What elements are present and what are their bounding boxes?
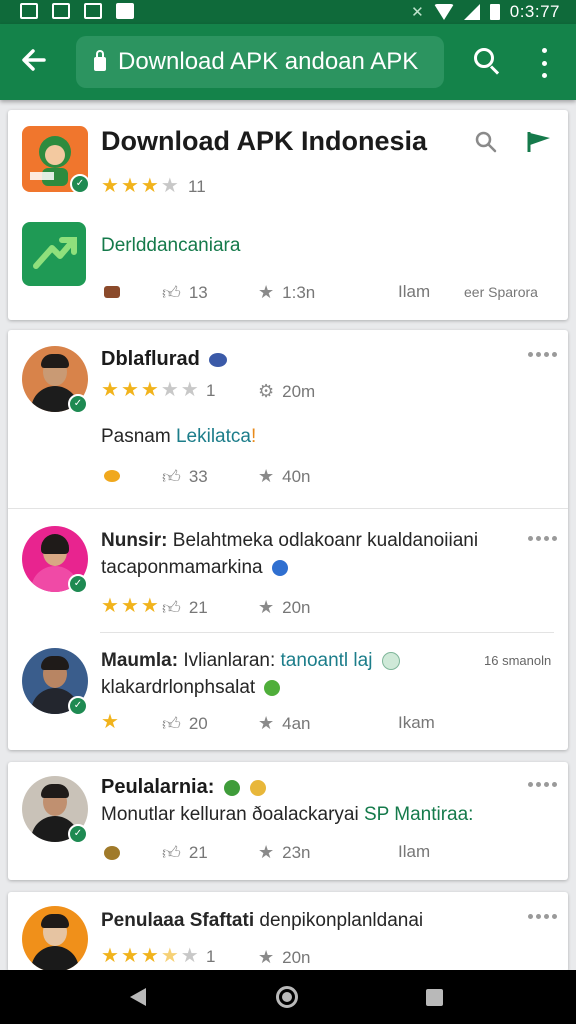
review-stars-count[interactable]: ★ 40n [258,466,311,487]
url-bar[interactable]: Download APK andoan APK [76,36,444,88]
notification-image-icon [84,3,102,19]
review-rating-count: 1 [206,947,216,966]
app-likes[interactable]: 👍︎ 13 [162,282,208,304]
review-side-meta: 16 smanoln [484,653,552,668]
more-options-icon[interactable] [528,536,557,541]
navigation-bar [0,970,576,1024]
reviewer-name: Peulalarnia: [101,776,266,799]
review-likes[interactable]: 👍︎ 21 [162,597,208,619]
star-icon: ★ [258,597,275,617]
review-line: Maumla: Ivlianlaran: tanoantl laj [101,650,400,672]
verified-badge-icon: ✓ [68,824,88,844]
developer-name[interactable]: Derlddancaniara [101,235,240,257]
thumb-up-icon: 👍︎ [162,714,181,734]
url-text: Download APK andoan APK [118,48,419,75]
review-rating-count: 1 [206,381,216,400]
coin-icon [104,286,120,298]
review-rating-stars: ★ ★ ★ [101,595,159,617]
emoji-icon [381,651,400,670]
star-icon: ★ [258,713,275,733]
app-stars-count[interactable]: ★ 1:3n [258,282,315,303]
review-rating-stars: ★ ★ ★ ★ ★ [101,945,199,967]
app-item-label: Ilam [398,282,431,301]
review-likes[interactable]: 👍︎ 20 [162,713,208,735]
review-card: Penulaaa Sfaftati denpikonplanldanai ★ ★ ★… [8,892,568,972]
star-icon: ★ [258,466,275,486]
search-icon[interactable] [472,46,504,78]
review-card: ✓ Peulalarnia: Monutlar kelluran ðoalack… [8,762,568,880]
wifi-icon [433,4,454,20]
thumb-up-icon: 👍︎ [162,843,181,863]
divider [100,632,554,633]
review-stat: ⚙︎ 20m [258,381,316,401]
developer-icon[interactable] [22,222,86,286]
nav-home-icon[interactable] [276,986,298,1008]
status-bar: ✕ 0:3:77 [0,0,576,24]
bluetooth-icon: ✕ [411,4,424,21]
signal-icon [463,4,480,20]
overflow-menu-icon[interactable] [534,48,554,78]
app-rating-count: 11 [188,177,206,196]
review-likes[interactable]: 👍︎ 21 [162,842,208,864]
notification-check-icon [52,3,70,19]
review-stars-count[interactable]: ★ 20n [258,947,311,968]
review-stars-count[interactable]: ★ 23n [258,842,311,863]
nav-back-icon[interactable] [130,988,146,1006]
avatar[interactable] [22,906,88,972]
emoji-icon [223,779,240,796]
emoji-icon [104,846,120,860]
reviewer-name: Dblaflurad [101,348,228,371]
verified-badge-icon: ✓ [70,174,90,194]
star-icon: ★ [258,282,275,302]
review-line: Nunsir: Belahtmeka odlakoanr kualdanoiia… [101,530,479,551]
emoji-icon [249,779,266,796]
review-line: klakardrlonphsalat [101,677,281,699]
notification-shield-icon [116,3,134,19]
verified-badge-icon: ✓ [68,696,88,716]
thumb-up-icon: 👍︎ [162,598,181,618]
review-rating-stars: ★ ★ ★ ★ ★ [101,379,199,401]
review-line: tacaponmamarkina [101,557,288,579]
app-icon[interactable]: ✓ [22,126,90,194]
more-options-icon[interactable] [528,352,557,357]
app-rating-stars: ★ ★ ★ ★ [101,175,179,197]
review-rating-stars: ★ [101,711,119,733]
more-options-icon[interactable] [528,782,557,787]
review-line: Monutlar kelluran ðoalackaryai SP Mantir… [101,804,474,825]
nav-recents-icon[interactable] [426,989,443,1006]
reviews-card: ✓ Dblaflurad ★ ★ ★ ★ ★ 1 ⚙︎ 20m Pasnam Lekila… [8,330,568,750]
review-item-label: Ilam [398,842,431,861]
app-card: ✓ Download APK Indonesia ★ ★ ★ ★ 11 Derldda… [8,110,568,320]
review-line: Penulaaa Sfaftati denpikonplanldanai [101,910,424,931]
review-stars-count[interactable]: ★ 20n [258,597,311,618]
thumb-up-icon: 👍︎ [162,467,181,487]
divider [8,508,568,509]
battery-icon [489,4,500,20]
notification-mail-icon [20,3,38,19]
emoji-icon [104,470,120,482]
status-time: 0:3:77 [509,2,560,21]
flag-icon[interactable] [526,130,552,154]
emoji-icon [264,679,281,696]
verified-badge-icon: ✓ [68,394,88,414]
emoji-icon [209,352,228,367]
review-item-label: Ikam [398,713,435,732]
review-likes[interactable]: 👍︎ 33 [162,466,208,488]
review-stars-count[interactable]: ★ 4an [258,713,311,734]
review-body: Pasnam Lekilatca! [101,426,257,447]
back-arrow-icon[interactable] [18,44,52,78]
star-icon: ★ [258,842,275,862]
thumb-up-icon: 👍︎ [162,283,181,303]
star-icon: ★ [258,947,275,967]
settings-icon: ⚙︎ [258,381,275,401]
lock-icon [94,50,106,71]
more-options-icon[interactable] [528,914,557,919]
verified-badge-icon: ✓ [68,574,88,594]
app-bar: Download APK andoan APK [0,24,576,100]
emoji-icon [271,559,288,576]
app-meta: eer Sparora [464,284,538,300]
app-title: Download APK Indonesia [101,126,428,156]
search-icon[interactable] [474,130,498,154]
